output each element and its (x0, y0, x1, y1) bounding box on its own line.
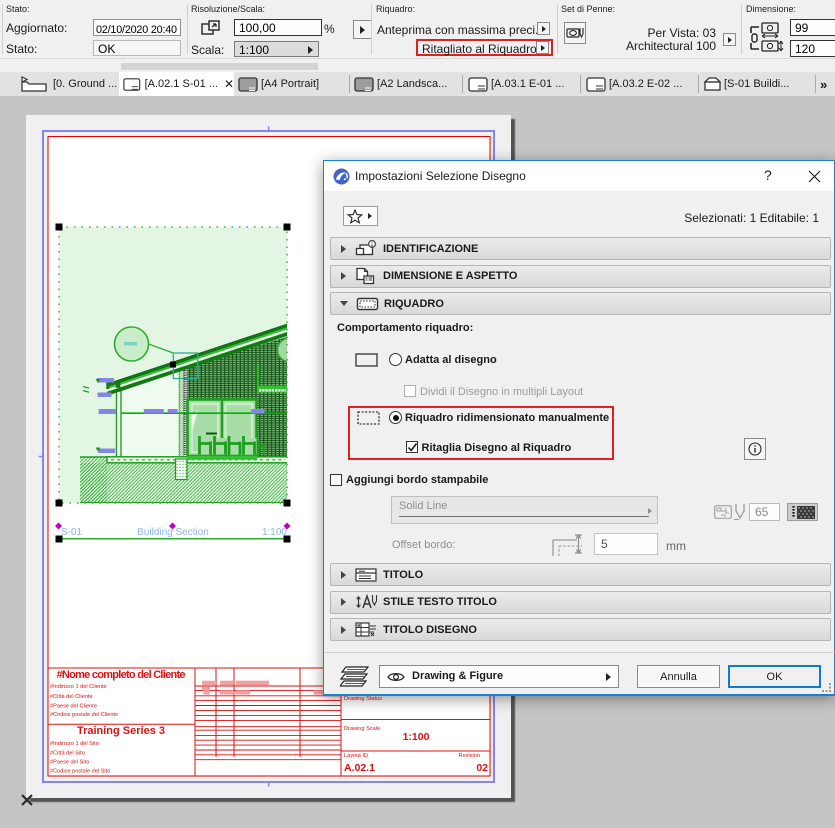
svg-text:#Città del Sito: #Città del Sito (50, 750, 85, 756)
svg-text:Training Series 3: Training Series 3 (77, 725, 165, 737)
svg-text:#Paese del Cliente: #Paese del Cliente (50, 704, 97, 710)
svg-text:A.02.1: A.02.1 (344, 762, 375, 774)
svg-text:#Città del Cliente: #Città del Cliente (50, 694, 93, 700)
svg-text:1:100: 1:100 (403, 731, 430, 743)
svg-text:Layout ID: Layout ID (344, 753, 368, 759)
svg-text:#Codice postale del Sito: #Codice postale del Sito (50, 769, 110, 775)
svg-text:S-01: S-01 (61, 527, 83, 538)
svg-text:#Indirizzo 1 del Cliente: #Indirizzo 1 del Cliente (50, 684, 107, 690)
svg-text:#Codice postale del Cliente: #Codice postale del Cliente (50, 712, 118, 718)
svg-text:#Indirizzo 1 del Sito: #Indirizzo 1 del Sito (50, 741, 99, 747)
svg-text:#Nome completo del Cliente: #Nome completo del Cliente (57, 669, 186, 681)
svg-text:Drawing Scale: Drawing Scale (344, 726, 380, 732)
svg-text:#Paese del Sito: #Paese del Sito (50, 759, 89, 765)
svg-text:02: 02 (476, 762, 488, 774)
svg-text:Drawing Status: Drawing Status (344, 696, 382, 702)
svg-text:Revision: Revision (459, 753, 480, 759)
